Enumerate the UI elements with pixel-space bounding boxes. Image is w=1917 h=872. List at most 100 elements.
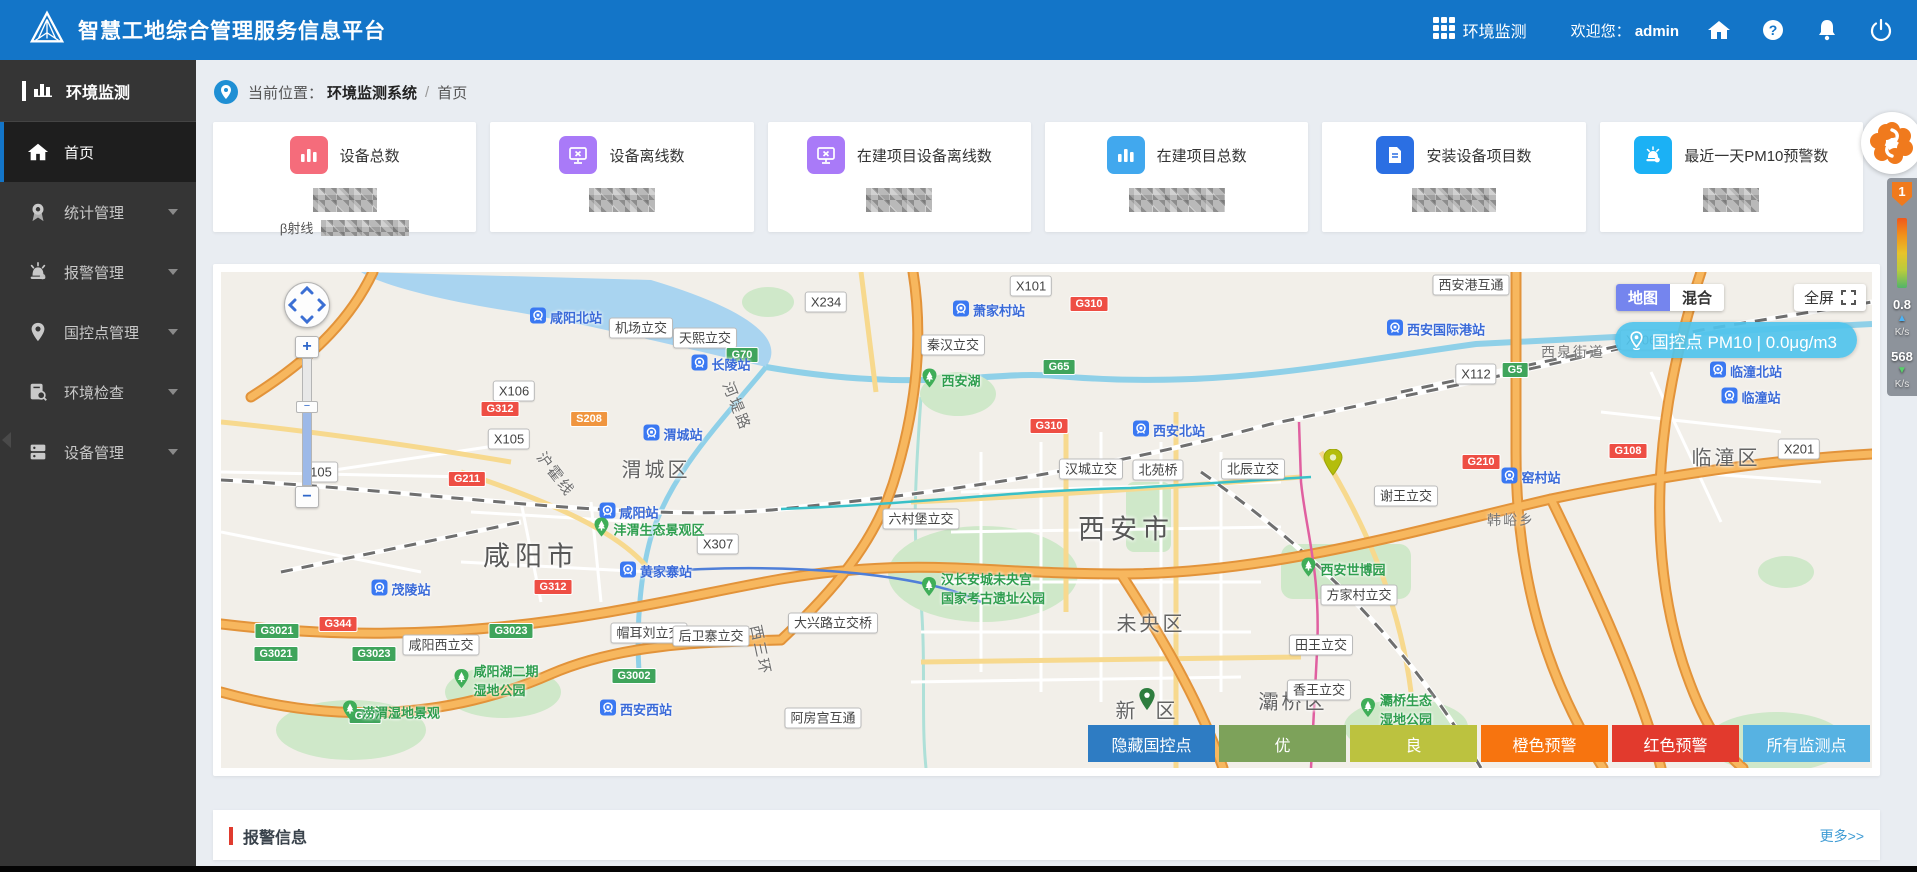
main-content: 当前位置： 环境监测系统 / 首页 设备总数 β射线 设备离线数 在建项目设备离线数 在… bbox=[196, 60, 1917, 866]
breadcrumb: 当前位置： 环境监测系统 / 首页 bbox=[214, 80, 467, 104]
breadcrumb-separator: / bbox=[425, 83, 430, 101]
aqi-gradient-bar bbox=[1897, 218, 1907, 288]
map-pan-control[interactable] bbox=[284, 282, 330, 328]
welcome-text: 欢迎您： admin bbox=[1570, 22, 1679, 40]
pin-icon bbox=[26, 320, 50, 344]
fullscreen-icon bbox=[1841, 290, 1856, 305]
breadcrumb-page[interactable]: 首页 bbox=[437, 82, 467, 103]
stat-card-title: 在建项目总数 bbox=[1156, 147, 1247, 165]
map-type-hybrid-button[interactable]: 混合 bbox=[1669, 284, 1724, 311]
map-type-toggle: 地图 混合 bbox=[1615, 284, 1724, 311]
module-label: 环境监测 bbox=[1462, 24, 1527, 41]
stat-card-value-redacted bbox=[312, 188, 377, 212]
legend-button-5[interactable]: 所有监测点 bbox=[1743, 725, 1870, 762]
fullscreen-button[interactable]: 全屏 bbox=[1793, 284, 1866, 311]
alarm-light-icon bbox=[1634, 136, 1673, 174]
legend-button-0[interactable]: 隐藏国控点 bbox=[1088, 725, 1215, 762]
monitor-point-pin-green[interactable] bbox=[1139, 688, 1156, 716]
sidebar: 环境监测 首页统计管理报警管理 国控点管理环境检查设备管理 bbox=[0, 60, 196, 866]
inspect-icon bbox=[26, 380, 50, 404]
home-icon[interactable] bbox=[1701, 12, 1737, 48]
home-icon bbox=[26, 140, 50, 164]
monitor-point-pin-yellow[interactable] bbox=[1323, 448, 1343, 481]
sidebar-item-label: 设备管理 bbox=[64, 444, 125, 462]
stats-icon bbox=[26, 200, 50, 224]
username: admin bbox=[1634, 22, 1679, 40]
chevron-down-icon bbox=[168, 449, 178, 455]
shield-badge[interactable]: 1 bbox=[1892, 182, 1912, 206]
map-panel: 西安市 咸阳市 渭城区 未央区 灞桥区 临潼区新区韩峪乡 西泉街道 沪霍线 河堤路 西三环 机场立交… bbox=[213, 264, 1880, 776]
stat-card-value-redacted bbox=[1411, 188, 1496, 212]
stat-card-3: 在建项目总数 bbox=[1044, 122, 1309, 232]
bell-icon[interactable] bbox=[1809, 12, 1845, 48]
breadcrumb-system[interactable]: 环境监测系统 bbox=[327, 82, 417, 103]
app-title: 智慧工地综合管理服务信息平台 bbox=[78, 20, 386, 43]
pm10-tooltip[interactable]: 国控点 PM10 | 0.0μg/m3 bbox=[1614, 322, 1857, 358]
zoom-out-button[interactable]: − bbox=[295, 486, 319, 508]
top-navbar: 智慧工地综合管理服务信息平台 环境监测 欢迎您： admin ? bbox=[0, 0, 1917, 60]
speed-widget: 1 0.8 ▲ K/s 568 ▼ K/s bbox=[1887, 178, 1917, 396]
sidebar-item-4[interactable]: 环境检查 bbox=[0, 362, 196, 422]
sidebar-item-3[interactable]: 国控点管理 bbox=[0, 302, 196, 362]
stat-card-title: 安装设备项目数 bbox=[1426, 147, 1532, 165]
legend-button-3[interactable]: 橙色预警 bbox=[1481, 725, 1608, 762]
sidebar-header-label: 环境监测 bbox=[66, 84, 131, 102]
sidebar-item-1[interactable]: 统计管理 bbox=[0, 182, 196, 242]
monitor-x-icon bbox=[559, 136, 598, 174]
bar-chart-icon bbox=[1106, 136, 1145, 174]
sidebar-item-label: 统计管理 bbox=[64, 204, 125, 222]
stat-card-value-redacted bbox=[1703, 188, 1760, 212]
legend-button-1[interactable]: 优 bbox=[1219, 725, 1346, 762]
help-icon[interactable]: ? bbox=[1755, 12, 1791, 48]
location-pin-icon bbox=[214, 80, 238, 104]
stat-card-title: 设备离线数 bbox=[609, 147, 685, 165]
sidebar-item-5[interactable]: 设备管理 bbox=[0, 422, 196, 482]
sidebar-item-label: 环境检查 bbox=[64, 384, 125, 402]
chevron-down-icon bbox=[168, 269, 178, 275]
down-arrow-icon: ▼ bbox=[1897, 365, 1907, 376]
zoom-slider-handle[interactable]: − bbox=[296, 401, 318, 413]
breadcrumb-prefix: 当前位置： bbox=[248, 84, 324, 102]
grid-icon bbox=[1432, 16, 1455, 44]
tooltip-pin-icon bbox=[1630, 330, 1643, 350]
stat-cards-row: 设备总数 β射线 设备离线数 在建项目设备离线数 在建项目总数 安装设备项目数 最近一天PM… bbox=[213, 122, 1863, 236]
chevron-down-icon bbox=[168, 389, 178, 395]
zoom-in-button[interactable]: + bbox=[295, 336, 319, 358]
alarm-more-link[interactable]: 更多>> bbox=[1820, 826, 1864, 846]
stat-card-value-redacted bbox=[588, 188, 655, 212]
stat-card-subvalue-redacted bbox=[321, 219, 410, 236]
bar-chart-icon bbox=[289, 136, 328, 174]
legend-button-2[interactable]: 良 bbox=[1350, 725, 1477, 762]
sidebar-header: 环境监测 bbox=[0, 60, 196, 122]
map-canvas[interactable]: 西安市 咸阳市 渭城区 未央区 灞桥区 临潼区新区韩峪乡 西泉街道 沪霍线 河堤路 西三环 机场立交… bbox=[221, 272, 1872, 768]
map-type-map-button[interactable]: 地图 bbox=[1615, 284, 1670, 311]
power-icon[interactable] bbox=[1863, 12, 1899, 48]
alarm-icon bbox=[26, 260, 50, 284]
sidebar-item-0[interactable]: 首页 bbox=[0, 122, 196, 182]
stat-card-0: 设备总数 β射线 bbox=[213, 122, 477, 236]
sidebar-chart-icon bbox=[34, 79, 56, 102]
sidebar-collapse-icon[interactable] bbox=[2, 432, 11, 448]
module-switcher[interactable]: 环境监测 bbox=[1432, 16, 1527, 44]
stat-card-value-redacted bbox=[1128, 188, 1225, 212]
stat-card-title: 最近一天PM10预警数 bbox=[1684, 147, 1829, 165]
svg-text:?: ? bbox=[1769, 22, 1778, 38]
sidebar-header-bar bbox=[22, 80, 26, 101]
stat-card-subline: β射线 bbox=[213, 218, 476, 237]
fullscreen-label: 全屏 bbox=[1803, 290, 1834, 307]
legend-button-4[interactable]: 红色预警 bbox=[1612, 725, 1739, 762]
stat-card-title: 在建项目设备离线数 bbox=[856, 147, 992, 165]
bottom-edge bbox=[0, 866, 1917, 872]
speed-widget-spinner-icon[interactable] bbox=[1861, 112, 1917, 174]
stat-card-2: 在建项目设备离线数 bbox=[767, 122, 1031, 232]
stat-card-4: 安装设备项目数 bbox=[1322, 122, 1586, 232]
stat-card-5: 最近一天PM10预警数 bbox=[1599, 122, 1863, 232]
doc-icon bbox=[1376, 136, 1415, 174]
sidebar-item-2[interactable]: 报警管理 bbox=[0, 242, 196, 302]
stat-card-title: 设备总数 bbox=[339, 147, 400, 165]
download-speed: 568 ▼ K/s bbox=[1891, 349, 1913, 391]
zoom-slider-track[interactable]: − bbox=[296, 358, 318, 486]
device-icon bbox=[26, 440, 50, 464]
alarm-title-bar bbox=[229, 827, 233, 845]
alarm-panel-title: 报警信息 bbox=[243, 830, 308, 847]
